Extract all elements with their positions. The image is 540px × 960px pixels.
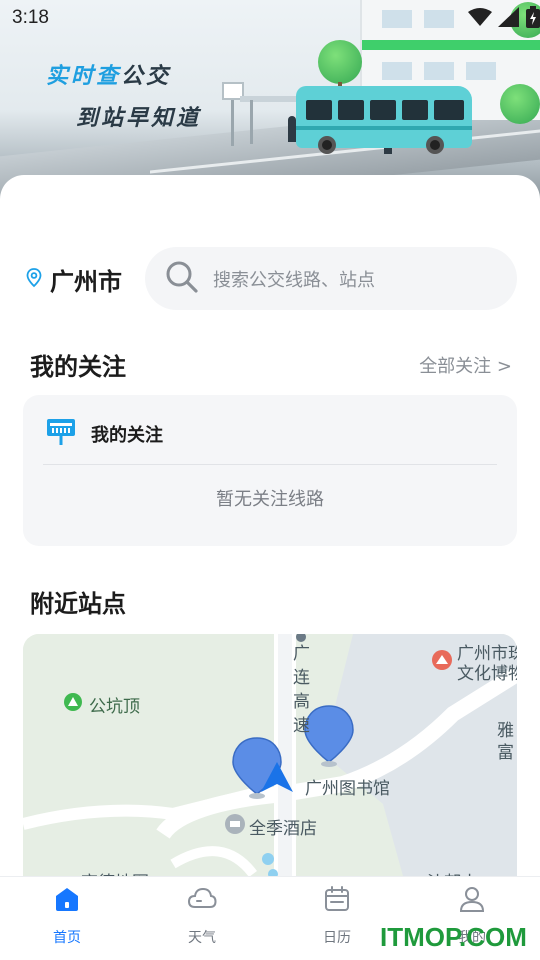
status-time: 3:18	[12, 7, 49, 28]
museum-poi-icon	[432, 650, 452, 670]
nav-calendar-label: 日历	[323, 930, 351, 946]
nav-home[interactable]: 首页	[27, 885, 107, 947]
home-icon	[53, 885, 81, 917]
banner-slogan-line1: 实时查公交	[46, 64, 172, 89]
banner-person	[288, 116, 296, 142]
city-name: 广州市	[50, 268, 122, 296]
follow-section-title: 我的关注	[30, 353, 126, 381]
banner-tree	[318, 40, 362, 84]
map-label-museum-line2: 文化博物	[457, 664, 517, 684]
map-label-ya-fu: 雅 富	[497, 721, 514, 763]
banner-bus	[296, 86, 472, 154]
map-label-bottom-right: 沙邨小	[427, 868, 478, 876]
calendar-icon	[323, 885, 351, 917]
nav-weather-label: 天气	[188, 930, 216, 946]
banner-tree	[500, 84, 540, 124]
map-label-road: 广连高速	[293, 644, 310, 736]
follow-card-divider	[43, 464, 497, 465]
nearby-section-title: 附近站点	[30, 590, 126, 618]
map-label-library: 广州图书馆	[305, 779, 390, 799]
follow-empty-text: 暂无关注线路	[216, 489, 324, 510]
location-pin-icon	[26, 267, 42, 292]
search-bar[interactable]: 搜索公交线路、站点	[145, 247, 517, 310]
map-background	[23, 634, 517, 876]
search-placeholder: 搜索公交线路、站点	[213, 269, 375, 291]
follow-card[interactable]: 我的关注 暂无关注线路	[23, 395, 517, 546]
nearby-map[interactable]: 公坑顶 广连高速 广州市珠 文化博物 广州图书馆 全季酒店 雅 富 高德地图 沙…	[23, 634, 517, 876]
cloud-icon	[187, 885, 217, 917]
status-icons	[468, 6, 540, 32]
follow-card-title: 我的关注	[91, 425, 163, 446]
app-screen: 3:18 实时查公交 到站早知道 广州市 搜索公交线路、站点 我的关注 全部关注	[0, 0, 540, 960]
search-icon	[165, 260, 199, 298]
hotel-poi-icon	[225, 814, 245, 834]
signal-icon	[498, 7, 520, 31]
nav-home-label: 首页	[53, 930, 81, 946]
wifi-icon	[468, 7, 492, 31]
map-label-museum-line1: 广州市珠	[457, 644, 517, 664]
nav-calendar[interactable]: 日历	[297, 885, 377, 947]
user-icon	[458, 885, 486, 917]
banner-slogan-line2: 到站早知道	[76, 106, 202, 131]
city-selector[interactable]: 广州市	[26, 262, 122, 297]
battery-charging-icon	[526, 6, 540, 32]
follow-card-header: 我的关注	[47, 419, 163, 449]
top-banner: 3:18 实时查公交 到站早知道	[0, 0, 540, 200]
bus-stop-sign-icon	[47, 419, 75, 449]
map-label-bottom-left: 高德地图	[81, 868, 149, 876]
map-label-hotel: 全季酒店	[249, 819, 317, 839]
nav-weather[interactable]: 天气	[162, 885, 242, 947]
all-follow-link[interactable]: 全部关注 >	[419, 352, 512, 378]
map-label-gongkengding: 公坑顶	[89, 697, 140, 717]
watermark: ITMOP.COM	[380, 922, 527, 952]
poi-icon	[64, 693, 82, 711]
